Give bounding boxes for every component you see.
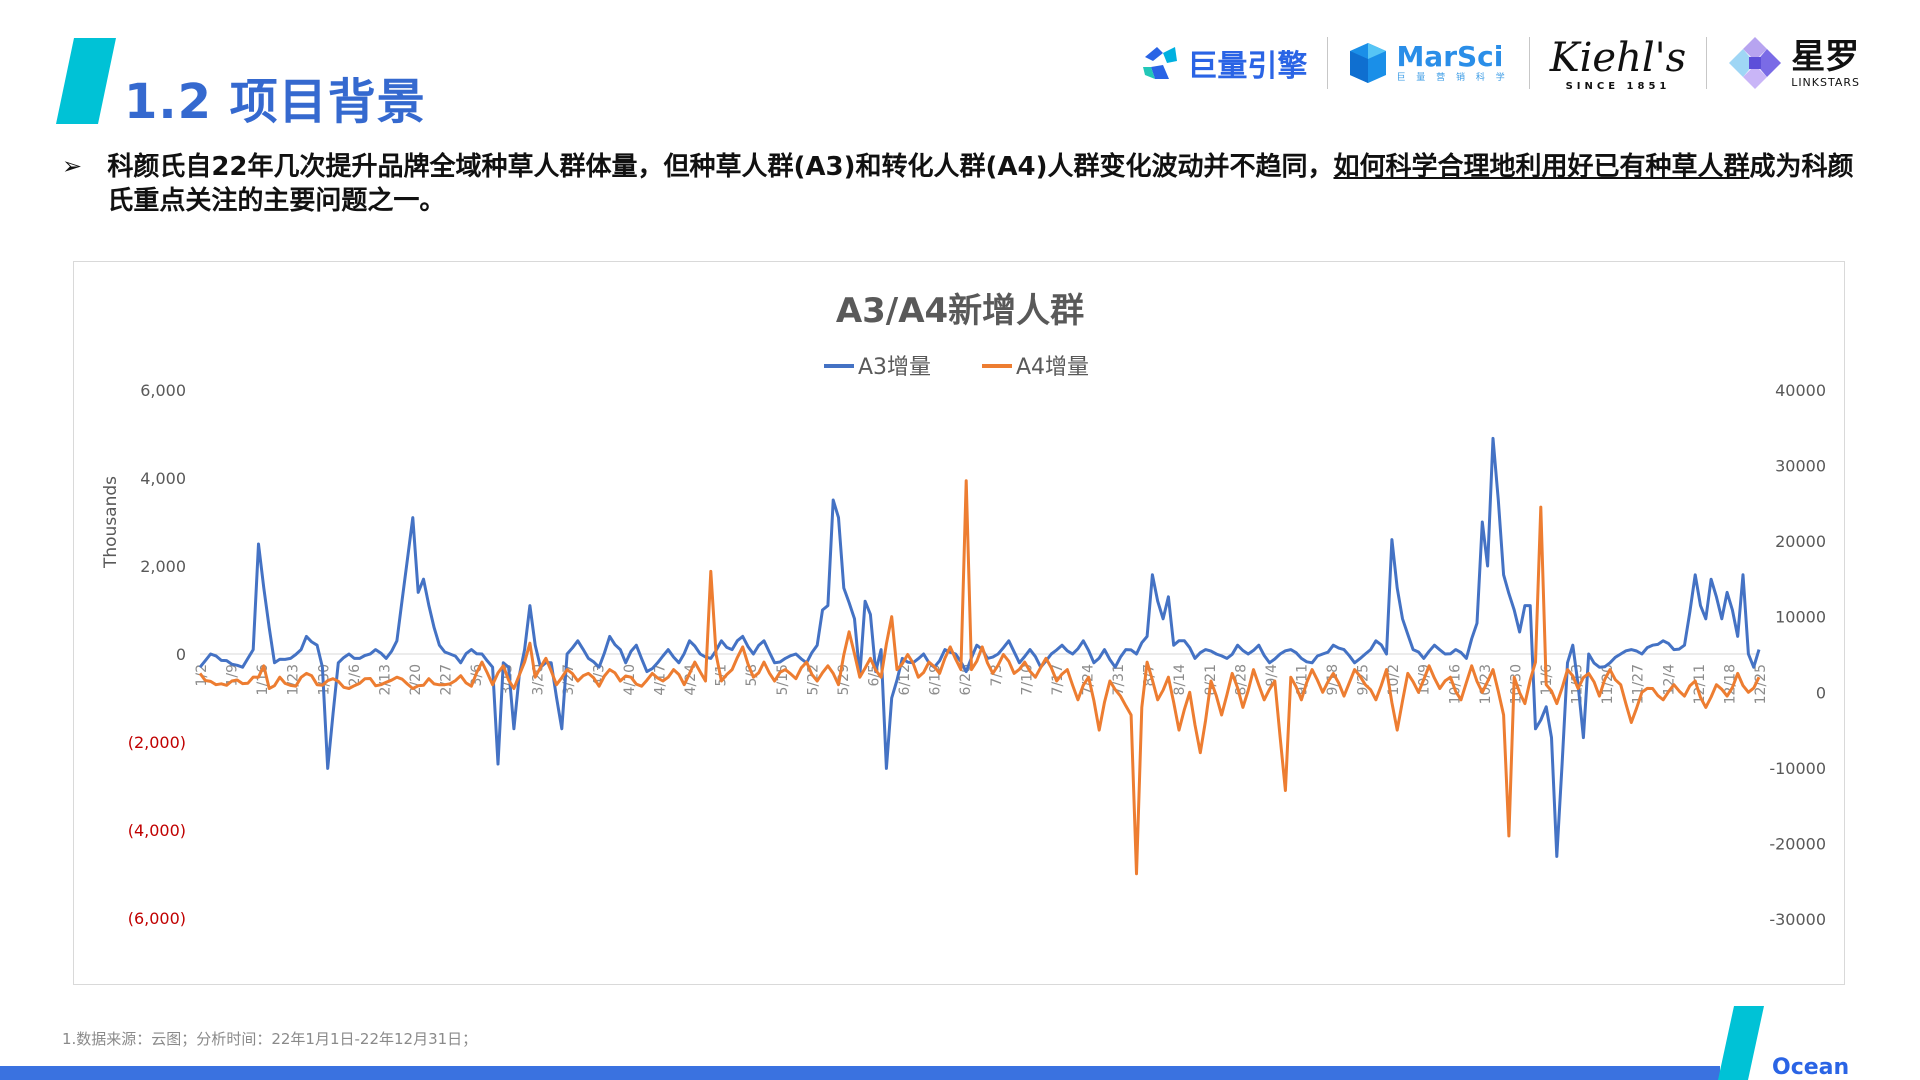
linkstars-logo-text: 星罗 xyxy=(1791,36,1860,77)
y-left-tick-label: (4,000) xyxy=(128,821,186,840)
marsci-logo-text: MarSci xyxy=(1396,40,1504,73)
x-tick-label: 8/14 xyxy=(1172,664,1188,696)
y-left-axis-label: Thousands xyxy=(101,476,121,569)
x-tick-label: 2/20 xyxy=(408,664,424,695)
juliang-logo: 巨量引擎 xyxy=(1121,18,1327,108)
x-tick-label: 4/10 xyxy=(622,664,638,695)
kiehls-logo-text: Kiehl's xyxy=(1549,34,1687,81)
juliang-logo-icon xyxy=(1143,47,1178,79)
y-right-tick-label: -20000 xyxy=(1769,834,1826,853)
y-right-tick-label: 10000 xyxy=(1775,608,1826,627)
y-right-tick-label: -10000 xyxy=(1769,759,1826,778)
legend-label-2: A4增量 xyxy=(1016,355,1089,380)
x-tick-label: 2/27 xyxy=(439,664,455,695)
y-left-tick-label: 2,000 xyxy=(140,557,186,576)
y-right-tick-label: 0 xyxy=(1816,683,1826,702)
linkstars-logo-subtext: LINKSTARS xyxy=(1791,75,1860,89)
y-left-tick-label: 6,000 xyxy=(140,381,186,400)
x-tick-label: 5/15 xyxy=(775,664,791,695)
chart-title: A3/A4新增人群 xyxy=(836,291,1084,331)
x-tick-label: 12/18 xyxy=(1722,664,1738,704)
key-point-text: 科颜氏自22年几次提升品牌全域种草人群体量，但种草人群(A3)和转化人群(A4)… xyxy=(107,150,1862,218)
y-right-tick-label: 30000 xyxy=(1775,457,1826,476)
kiehls-logo: Kiehl's SINCE 1851 xyxy=(1530,18,1706,108)
series-line-2 xyxy=(198,479,1761,876)
page-title: 1.2 项目背景 xyxy=(124,74,426,130)
juliang-logo-text: 巨量引擎 xyxy=(1187,49,1308,84)
linkstars-logo-icon xyxy=(1729,37,1782,89)
y-right-tick-label: 40000 xyxy=(1775,381,1826,400)
y-left-tick-label: (2,000) xyxy=(128,733,186,752)
x-tick-label: 9/18 xyxy=(1325,664,1341,695)
y-left-tick-label: 0 xyxy=(176,645,186,664)
legend-label-1: A3增量 xyxy=(858,355,931,380)
y-left-tick-label: 4,000 xyxy=(140,469,186,488)
bullet-arrow-icon: ➢ xyxy=(62,152,83,180)
linkstars-logo: 星罗 LINKSTARS xyxy=(1707,18,1880,108)
data-source-footnote: 1.数据来源：云图；分析时间：22年1月1日-22年12月31日； xyxy=(62,1030,478,1048)
x-tick-label: 7/31 xyxy=(1111,664,1127,695)
key-point-text-emphasis: 如何科学合理地利用好已有种草人群 xyxy=(1333,152,1750,182)
line-chart: A3/A4新增人群 A3增量 A4增量 Thousands 6,000 4,000 2,00… xyxy=(101,291,1826,929)
series-line-1 xyxy=(198,436,1761,858)
kiehls-logo-subtext: SINCE 1851 xyxy=(1565,80,1671,92)
bottom-accent-shape xyxy=(1718,1006,1764,1080)
marsci-logo-icon xyxy=(1350,43,1387,83)
key-point: ➢ 科颜氏自22年几次提升品牌全域种草人群体量，但种草人群(A3)和转化人群(A… xyxy=(62,150,1862,218)
y-right-tick-label: 20000 xyxy=(1775,532,1826,551)
key-point-text-plain: 科颜氏自22年几次提升品牌全域种草人群体量，但种草人群(A3)和转化人群(A4)… xyxy=(107,152,1334,182)
chart-frame: A3/A4新增人群 A3增量 A4增量 Thousands 6,000 4,000 2,00… xyxy=(73,261,1845,985)
marsci-logo-subtext: 巨 量 营 销 科 学 xyxy=(1396,73,1509,83)
title-accent-shape xyxy=(56,38,116,124)
marsci-logo: MarSci 巨 量 营 销 科 学 xyxy=(1328,18,1528,108)
slide: 1.2 项目背景 巨量引擎 MarSci 巨 量 营 销 科 学 Kiehl's… xyxy=(0,0,1920,1080)
y-left-tick-label: (6,000) xyxy=(128,909,186,928)
y-right-tick-label: -30000 xyxy=(1769,910,1826,929)
partner-logos: 巨量引擎 MarSci 巨 量 营 销 科 学 Kiehl's SINCE 18… xyxy=(1121,18,1880,108)
brand-name: Ocean Engine xyxy=(1772,1055,1850,1080)
bottom-bar xyxy=(0,1066,1720,1080)
